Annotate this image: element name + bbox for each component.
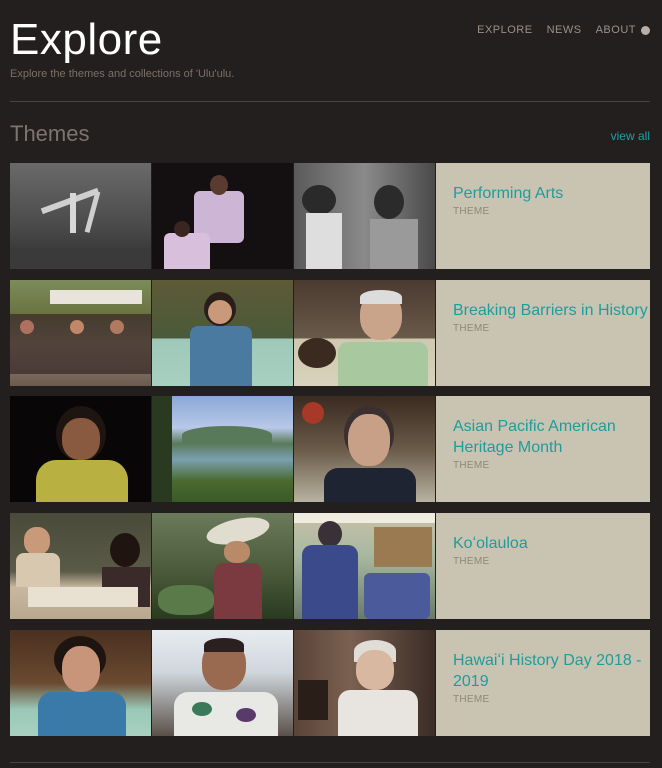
footer-divider (10, 762, 650, 763)
themes-section-header: Themes view all (10, 121, 650, 151)
theme-thumbnail[interactable] (152, 630, 293, 736)
theme-type-label: THEME (453, 694, 490, 705)
theme-thumbnail[interactable] (152, 163, 293, 269)
theme-card[interactable]: Asian Pacific American Heritage Month TH… (436, 396, 650, 502)
theme-card[interactable]: Performing Arts THEME (436, 163, 650, 269)
theme-card[interactable]: Breaking Barriers in History THEME (436, 280, 650, 386)
nav-news[interactable]: NEWS (547, 24, 582, 36)
nav-explore[interactable]: EXPLORE (477, 24, 532, 36)
theme-title: Asian Pacific American Heritage Month (453, 418, 616, 456)
theme-card[interactable]: Koʻolauloa THEME (436, 513, 650, 619)
top-nav: EXPLORE NEWS ABOUT (477, 24, 650, 36)
theme-row: Hawaiʻi History Day 2018 - 2019 THEME (10, 630, 650, 736)
theme-thumbnail[interactable] (152, 280, 293, 386)
theme-thumbnail[interactable] (10, 513, 151, 619)
theme-title: Breaking Barriers in History (453, 302, 648, 319)
theme-thumbnail[interactable] (10, 396, 151, 502)
theme-row: Breaking Barriers in History THEME (10, 280, 650, 386)
theme-title: Performing Arts (453, 185, 564, 202)
header-divider (10, 101, 650, 102)
theme-thumbnail[interactable] (10, 163, 151, 269)
theme-thumbnail[interactable] (294, 396, 435, 502)
theme-type-label: THEME (453, 206, 490, 217)
theme-row: Asian Pacific American Heritage Month TH… (10, 396, 650, 502)
nav-about-label: ABOUT (595, 24, 636, 36)
section-title: Themes (10, 121, 90, 146)
page-header: Explore Explore the themes and collectio… (10, 14, 650, 94)
page-title: Explore (10, 15, 163, 64)
theme-thumbnail[interactable] (10, 280, 151, 386)
theme-thumbnail[interactable] (152, 513, 293, 619)
theme-title: Koʻolauloa (453, 535, 528, 552)
theme-thumbnail[interactable] (10, 630, 151, 736)
theme-thumbnail[interactable] (294, 163, 435, 269)
theme-thumbnail[interactable] (294, 630, 435, 736)
theme-card[interactable]: Hawaiʻi History Day 2018 - 2019 THEME (436, 630, 650, 736)
theme-type-label: THEME (453, 323, 490, 334)
theme-thumbnail[interactable] (294, 280, 435, 386)
theme-title: Hawaiʻi History Day 2018 - 2019 (453, 652, 642, 690)
theme-type-label: THEME (453, 556, 490, 567)
page-subtitle: Explore the themes and collections of 'U… (10, 68, 235, 80)
view-all-link[interactable]: view all (611, 129, 650, 143)
theme-row: Performing Arts THEME (10, 163, 650, 269)
theme-thumbnail[interactable] (152, 396, 293, 502)
theme-row: Koʻolauloa THEME (10, 513, 650, 619)
theme-type-label: THEME (453, 460, 490, 471)
info-icon (641, 25, 650, 35)
nav-about[interactable]: ABOUT (596, 24, 650, 36)
theme-thumbnail[interactable] (294, 513, 435, 619)
